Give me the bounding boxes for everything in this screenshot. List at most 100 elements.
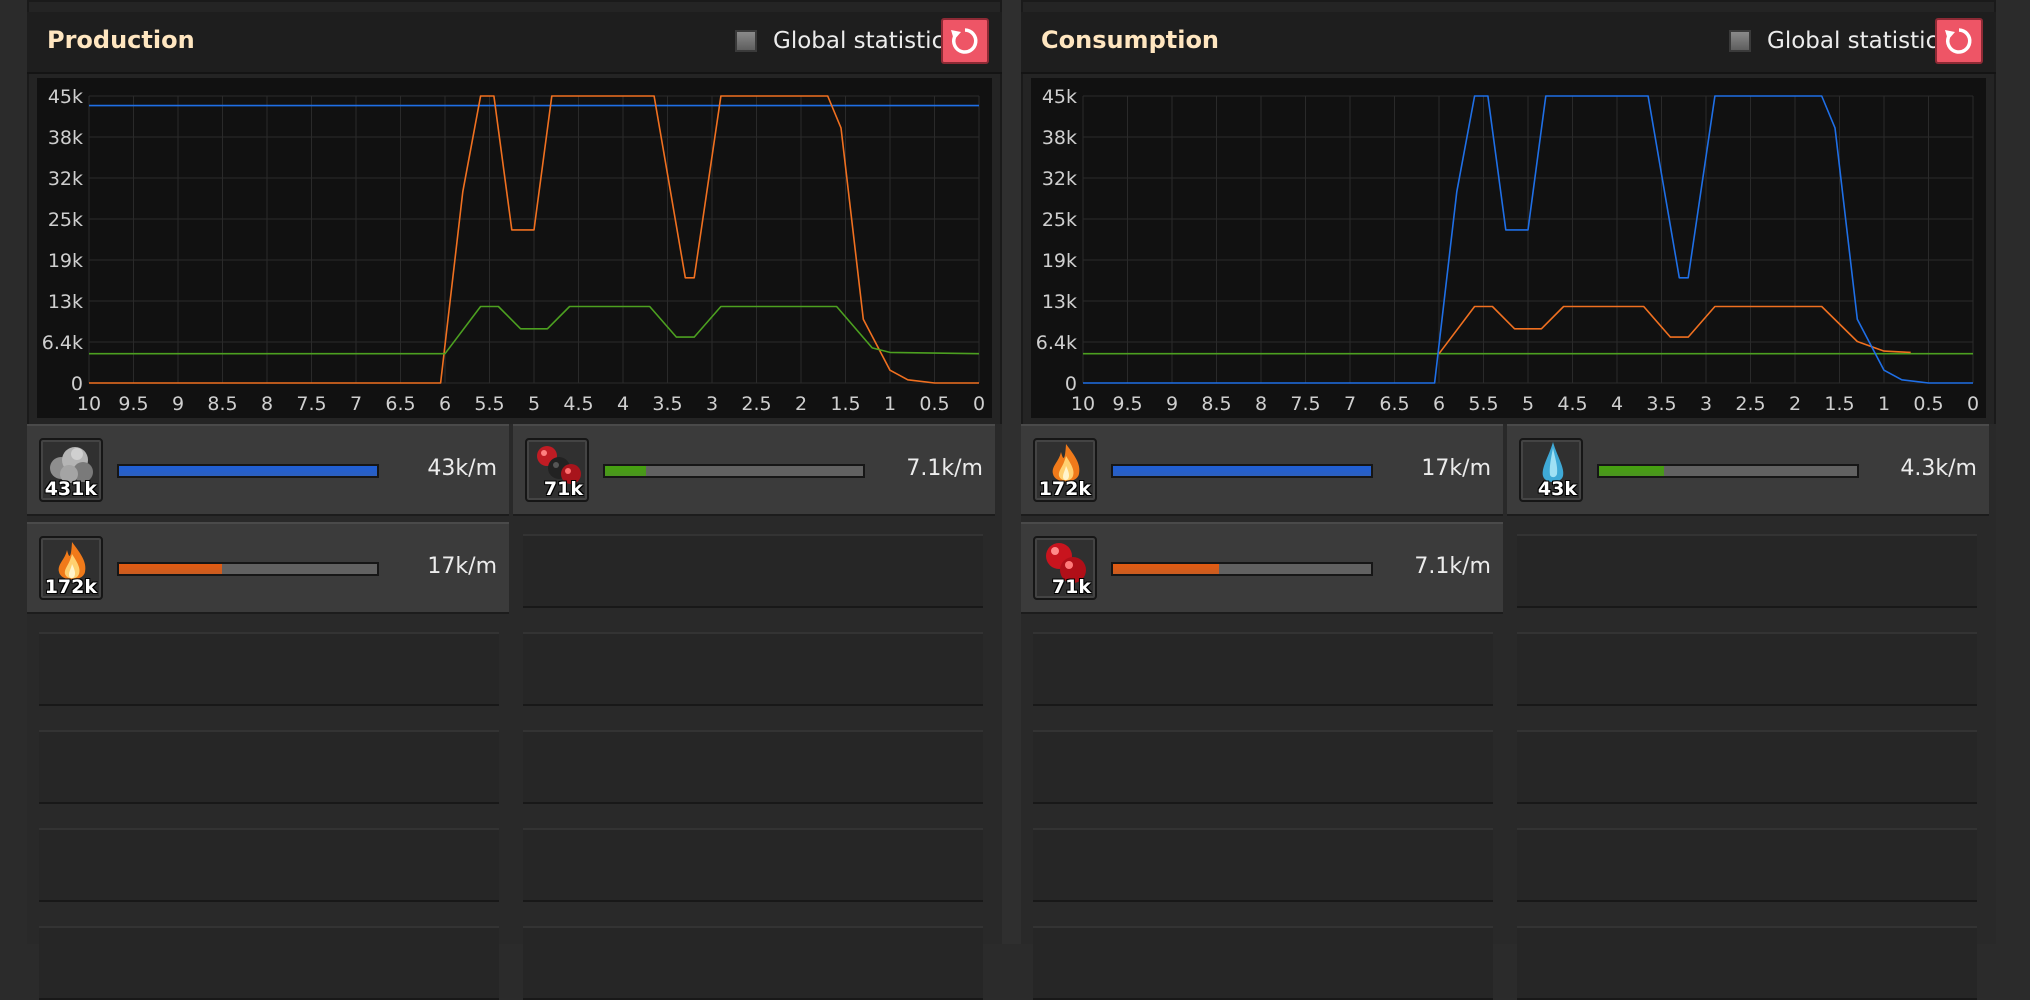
rate-progress-fill xyxy=(1113,466,1371,476)
red-pellets-item-button[interactable]: 71k xyxy=(1033,536,1097,600)
y-tick-label: 25k xyxy=(1042,209,1077,231)
y-tick-label: 32k xyxy=(1042,168,1077,190)
rate-progress-fill xyxy=(1599,466,1664,476)
x-tick-label: 9.5 xyxy=(1112,393,1142,415)
x-tick-label: 1 xyxy=(1878,393,1890,415)
x-tick-label: 2 xyxy=(795,393,807,415)
empty-item-slot xyxy=(523,534,983,608)
global-statistics-label: Global statistics xyxy=(1767,28,1951,54)
empty-item-slot xyxy=(39,926,499,1000)
item-rate: 17k/m xyxy=(427,554,497,579)
item-count: 43k xyxy=(1537,478,1577,500)
chart-background xyxy=(1031,78,1986,418)
y-tick-label: 38k xyxy=(48,127,83,149)
item-count: 172k xyxy=(1038,478,1091,500)
item-row[interactable]: 71k 7.1k/m xyxy=(513,424,995,516)
oil-pellets-item-button[interactable]: 71k xyxy=(525,438,589,502)
y-tick-label: 45k xyxy=(48,86,83,108)
x-tick-label: 2.5 xyxy=(741,393,771,415)
rate-progress-bar xyxy=(603,464,865,478)
item-row[interactable]: 172k 17k/m xyxy=(27,522,509,614)
item-row[interactable]: 172k 17k/m xyxy=(1021,424,1503,516)
y-tick-label: 13k xyxy=(48,291,83,313)
item-count: 71k xyxy=(1051,576,1091,598)
empty-item-slot xyxy=(1517,534,1977,608)
rate-progress-fill xyxy=(119,466,377,476)
x-tick-label: 5.5 xyxy=(474,393,504,415)
x-tick-label: 6.5 xyxy=(1379,393,1409,415)
fire-item-button[interactable]: 172k xyxy=(39,536,103,600)
rate-progress-fill xyxy=(605,466,647,476)
empty-item-slot xyxy=(1517,926,1977,1000)
rate-progress-fill xyxy=(1113,564,1219,574)
x-tick-label: 3.5 xyxy=(1646,393,1676,415)
chart-background xyxy=(37,78,992,418)
x-tick-label: 8 xyxy=(261,393,273,415)
empty-item-slot xyxy=(1033,828,1493,902)
consumption-item-list: 172k 17k/m 43k 4.3k/m 71k 7.1k/m xyxy=(1021,424,1996,1000)
item-count: 172k xyxy=(44,576,97,598)
x-tick-label: 0.5 xyxy=(919,393,949,415)
x-tick-label: 4.5 xyxy=(1557,393,1587,415)
global-statistics-checkbox[interactable] xyxy=(735,30,757,52)
production-panel: Production Global statistics 0 6.4k 13k 19k… xyxy=(27,0,1002,1000)
y-tick-label: 19k xyxy=(1042,250,1077,272)
x-tick-label: 8.5 xyxy=(207,393,237,415)
empty-item-slot xyxy=(1517,828,1977,902)
x-tick-label: 2.5 xyxy=(1735,393,1765,415)
x-tick-label: 5 xyxy=(528,393,540,415)
reset-icon xyxy=(951,28,978,54)
reset-icon xyxy=(1945,28,1972,54)
y-tick-label: 25k xyxy=(48,209,83,231)
x-tick-label: 5.5 xyxy=(1468,393,1498,415)
item-rate: 4.3k/m xyxy=(1900,456,1977,481)
item-row[interactable]: 43k 4.3k/m xyxy=(1507,424,1989,516)
reset-button[interactable] xyxy=(1935,18,1983,64)
x-tick-label: 1.5 xyxy=(830,393,860,415)
empty-item-slot xyxy=(1517,730,1977,804)
x-tick-label: 9 xyxy=(1166,393,1178,415)
item-rate: 7.1k/m xyxy=(906,456,983,481)
y-tick-label: 32k xyxy=(48,168,83,190)
rate-progress-bar xyxy=(1111,562,1373,576)
rate-progress-bar xyxy=(1111,464,1373,478)
y-tick-label: 45k xyxy=(1042,86,1077,108)
rate-progress-fill xyxy=(119,564,223,574)
rate-progress-bar xyxy=(117,464,379,478)
panel-title: Consumption xyxy=(1041,26,1220,54)
empty-item-slot xyxy=(39,730,499,804)
y-tick-label: 13k xyxy=(1042,291,1077,313)
production-chart: 06.4k13k19k25k32k38k45k10 9.5 9 8.5 8 7.5 7 6.5… xyxy=(37,78,992,418)
consumption-chart: 06.4k13k19k25k32k38k45k10 9.5 9 8.5 8 7.5 7 6.5… xyxy=(1031,78,1986,418)
coal-item-button[interactable]: 431k xyxy=(39,438,103,502)
y-tick-label: 38k xyxy=(1042,127,1077,149)
water-drop-item-button[interactable]: 43k xyxy=(1519,438,1583,502)
x-tick-label: 3 xyxy=(1700,393,1712,415)
x-tick-label: 0.5 xyxy=(1913,393,1943,415)
item-row[interactable]: 431k 43k/m xyxy=(27,424,509,516)
global-statistics-checkbox[interactable] xyxy=(1729,30,1751,52)
empty-item-slot xyxy=(1033,730,1493,804)
rate-progress-bar xyxy=(1597,464,1859,478)
y-tick-label: 19k xyxy=(48,250,83,272)
x-tick-label: 4.5 xyxy=(563,393,593,415)
x-tick-label: 8 xyxy=(1255,393,1267,415)
x-tick-label: 10 xyxy=(1071,393,1095,415)
x-tick-label: 7 xyxy=(350,393,362,415)
x-tick-label: 4 xyxy=(1611,393,1623,415)
fire-item-button[interactable]: 172k xyxy=(1033,438,1097,502)
x-tick-label: 9 xyxy=(172,393,184,415)
reset-button[interactable] xyxy=(941,18,989,64)
global-statistics-label: Global statistics xyxy=(773,28,957,54)
panel-title: Production xyxy=(47,26,195,54)
production-item-list: 431k 43k/m 71k 7.1k/m 172k 17k/m xyxy=(27,424,1002,1000)
x-tick-label: 6 xyxy=(1433,393,1445,415)
production-titlebar: Production Global statistics xyxy=(27,12,1002,74)
item-row[interactable]: 71k 7.1k/m xyxy=(1021,522,1503,614)
x-tick-label: 7.5 xyxy=(1290,393,1320,415)
x-tick-label: 6 xyxy=(439,393,451,415)
y-tick-label: 6.4k xyxy=(42,332,83,354)
x-tick-label: 2 xyxy=(1789,393,1801,415)
empty-item-slot xyxy=(1033,926,1493,1000)
consumption-panel: Consumption Global statistics 0 6.4k 13k 19… xyxy=(1021,0,1996,1000)
